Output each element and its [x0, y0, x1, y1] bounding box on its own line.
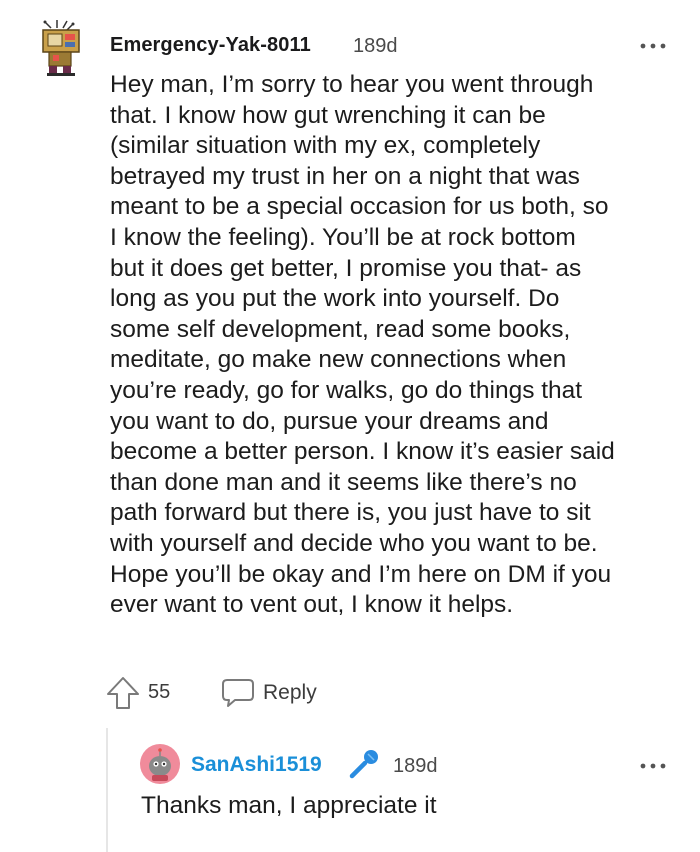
comment-body-line: Hope you’ll be okay and I’m here on DM i… [110, 560, 612, 588]
comment-thread: Emergency-Yak-8011 189d Hey man, I’m sor… [0, 0, 700, 852]
comment-body-line: (similar situation with my ex, completel… [110, 132, 541, 160]
comment-body-line: some self development, read some books, [110, 315, 571, 343]
comment-body-line: betrayed my trust in her on a night that… [110, 162, 580, 190]
more-options-icon[interactable] [638, 36, 668, 56]
comment-author[interactable]: Emergency-Yak-8011 [110, 34, 311, 57]
comment-body-line: meditate, go make new connections when [110, 346, 567, 374]
pixel-art-avatar-icon[interactable] [37, 18, 87, 78]
comment-body: Hey man, I’m sorry to hear you went thro… [110, 70, 670, 621]
comment-actions: 55 Reply [105, 672, 505, 712]
comment-body-line: Hey man, I’m sorry to hear you went thro… [110, 71, 594, 98]
reply-author[interactable]: SanAshi1519 [191, 753, 322, 777]
comment-body-line: ever want to vent out, I know it helps. [110, 591, 514, 619]
vote-count: 55 [148, 681, 171, 703]
reply-label: Reply [263, 681, 317, 704]
comment-timestamp: 189d [353, 35, 398, 57]
comment-body-line: but it does get better, I promise you th… [110, 254, 582, 282]
reply-button[interactable]: Reply [221, 674, 441, 710]
comment-body-line: with yourself and decide who you want to… [110, 529, 598, 557]
comment-body-line: you’re ready, go for walks, go do things… [110, 376, 583, 404]
thread-line[interactable] [106, 728, 108, 852]
comment-body-line: that. I know how gut wrenching it can be [110, 101, 546, 129]
reply-body: Thanks man, I appreciate it [141, 792, 437, 819]
avatar[interactable] [140, 744, 180, 784]
comment-body-line: long as you put the work into yourself. … [110, 285, 560, 313]
reply-timestamp: 189d [393, 755, 438, 777]
comment-body-line: become a better person. I know it’s easi… [110, 438, 615, 466]
more-options-icon[interactable] [638, 756, 668, 776]
reply-bubble-icon [221, 678, 255, 708]
comment-body-line: I know the feeling). You’ll be at rock b… [110, 223, 576, 251]
upvote-icon[interactable] [105, 675, 141, 711]
comment-body-line: meant to be a special occasion for us bo… [110, 193, 609, 221]
comment-body-line: you want to do, pursue your dreams and [110, 407, 549, 435]
microphone-icon [346, 746, 382, 782]
comment-body-line: path forward but there is, you just have… [110, 499, 591, 527]
comment-body-line: than done man and it seems like there’s … [110, 468, 577, 496]
